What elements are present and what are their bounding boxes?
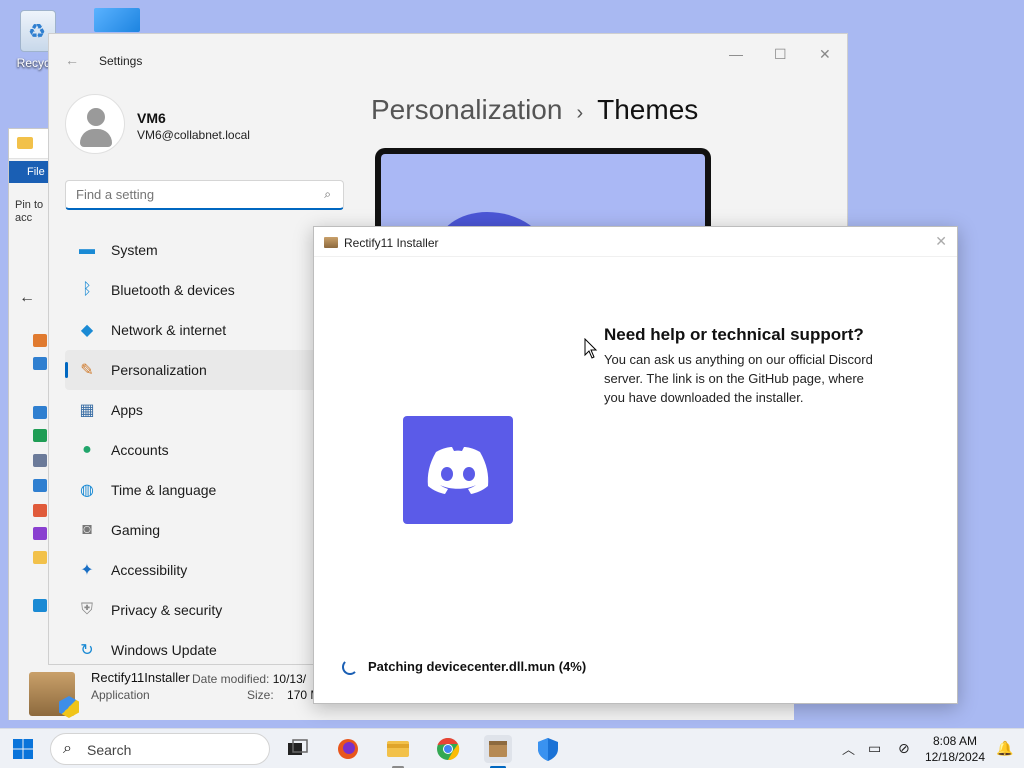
help-title: Need help or technical support? <box>604 325 864 344</box>
brush-icon: ✎ <box>80 362 94 379</box>
find-setting-search[interactable]: ⌕ <box>65 180 344 210</box>
installer-app-icon <box>324 237 338 248</box>
search-icon: ⌕ <box>63 740 72 757</box>
help-text: You can ask us anything on our official … <box>604 352 873 405</box>
back-arrow-icon[interactable]: ← <box>65 52 79 68</box>
gamepad-icon: ◙ <box>82 521 92 538</box>
sidebar-item-label: Accounts <box>111 442 169 458</box>
sidebar-item-gaming[interactable]: ◙ Gaming <box>65 510 335 550</box>
maximize-button[interactable]: ☐ <box>774 46 787 63</box>
notification-bell-icon[interactable]: 🔔 <box>996 740 1013 757</box>
explorer-file-menu[interactable]: File <box>9 161 49 183</box>
page-title: Themes <box>597 94 699 125</box>
search-icon: ⌕ <box>324 187 331 201</box>
pictures-icon[interactable] <box>33 479 47 492</box>
globe-icon: ◍ <box>80 482 94 499</box>
progress-spinner-icon <box>342 659 358 675</box>
desktop-folder-icon[interactable] <box>33 406 47 419</box>
sidebar-item-windows-update[interactable]: ↻ Windows Update <box>65 630 335 664</box>
breadcrumb: Personalization › Themes <box>371 94 698 126</box>
minimize-button[interactable]: — <box>729 46 743 62</box>
network-icon[interactable]: ⊘ <box>898 740 910 757</box>
file-explorer-icon[interactable] <box>384 735 412 768</box>
monitor-icon: ▬ <box>79 241 95 258</box>
installer-package-icon <box>29 672 75 716</box>
install-status: Patching devicecenter.dll.mun (4%) <box>368 659 587 674</box>
windows-start-icon[interactable] <box>12 738 34 760</box>
breadcrumb-parent[interactable]: Personalization <box>371 94 562 125</box>
avatar[interactable] <box>65 94 125 154</box>
this-pc-icon[interactable] <box>33 599 47 612</box>
shield-icon: ⛨ <box>80 601 93 618</box>
rectify-installer-icon[interactable] <box>484 735 512 768</box>
user-email: VM6@collabnet.local <box>137 128 250 142</box>
sidebar-item-label: Gaming <box>111 522 161 538</box>
task-view-icon[interactable] <box>284 735 312 763</box>
breadcrumb-separator: › <box>576 102 584 124</box>
windows-security-icon[interactable] <box>534 735 562 763</box>
update-icon: ↻ <box>80 642 94 659</box>
sidebar-item-label: Apps <box>111 402 143 418</box>
downloads-icon[interactable] <box>33 429 47 442</box>
taskbar: ⌕ Search ︿ ▭ ⊘ 8:08 AM 12/18/2024 🔔 <box>0 728 1024 768</box>
sidebar-item-accounts[interactable]: ● Accounts <box>65 430 335 470</box>
search-input[interactable] <box>66 181 306 208</box>
desktop-shortcut-icon[interactable] <box>94 8 140 32</box>
display-icon[interactable]: ▭ <box>868 740 881 757</box>
sidebar-item-label: Privacy & security <box>111 602 223 618</box>
mouse-cursor-icon <box>584 338 598 359</box>
music-icon[interactable] <box>33 504 47 517</box>
back-arrow-icon[interactable]: ← <box>19 289 35 307</box>
settings-titlebar: ← Settings — ☐ ✕ <box>49 34 847 80</box>
sidebar-item-network-internet[interactable]: ◆ Network & internet <box>65 310 335 350</box>
sidebar-item-label: Personalization <box>111 362 207 378</box>
person-icon: ● <box>82 441 92 458</box>
sidebar-item-label: Time & language <box>111 482 217 498</box>
wifi-icon: ◆ <box>80 322 94 339</box>
installer-title: Rectify11 Installer <box>344 236 439 250</box>
file-name[interactable]: Rectify11Installer <box>91 670 190 685</box>
clock[interactable]: 8:08 AM 12/18/2024 <box>922 733 988 765</box>
taskbar-search-label: Search <box>87 742 132 758</box>
sidebar-item-label: Windows Update <box>111 642 217 658</box>
bluetooth-icon: ᛒ <box>82 281 92 298</box>
sidebar-item-apps[interactable]: ▦ Apps <box>65 390 335 430</box>
gallery-icon[interactable] <box>33 357 47 370</box>
discord-logo-icon[interactable] <box>403 416 513 524</box>
file-size: Size: 170 M <box>247 688 321 702</box>
clock-date: 12/18/2024 <box>924 750 986 764</box>
chrome-icon[interactable] <box>434 735 462 763</box>
sidebar-item-label: Network & internet <box>111 322 227 338</box>
sidebar-item-personalization[interactable]: ✎ Personalization <box>65 350 335 390</box>
clock-time: 8:08 AM <box>932 734 978 748</box>
rectify11-installer-window: Rectify11 Installer ✕ Need help or techn… <box>313 226 958 704</box>
sidebar-item-label: System <box>111 242 158 258</box>
sidebar-item-label: Bluetooth & devices <box>111 282 235 298</box>
documents-icon[interactable] <box>33 454 47 467</box>
sidebar-item-privacy-security[interactable]: ⛨ Privacy & security <box>65 590 335 630</box>
chevron-up-icon[interactable]: ︿ <box>842 739 855 758</box>
folder-icon[interactable] <box>33 551 47 564</box>
sidebar-item-bluetooth-devices[interactable]: ᛒ Bluetooth & devices <box>65 270 335 310</box>
close-button[interactable]: ✕ <box>935 233 947 250</box>
folder-icon <box>17 137 33 149</box>
file-type: Application <box>91 688 150 702</box>
sidebar-item-time-language[interactable]: ◍ Time & language <box>65 470 335 510</box>
taskbar-search-box[interactable]: ⌕ Search <box>50 733 270 765</box>
installer-titlebar: Rectify11 Installer ✕ <box>314 227 957 257</box>
firefox-icon[interactable] <box>334 735 362 763</box>
sidebar-item-system[interactable]: ▬ System <box>65 230 335 270</box>
settings-nav: ▬ System ᛒ Bluetooth & devices ◆ Network & in… <box>65 230 335 664</box>
apps-icon: ▦ <box>79 402 95 419</box>
sidebar-item-label: Accessibility <box>111 562 188 578</box>
close-button[interactable]: ✕ <box>819 46 831 63</box>
sidebar-item-accessibility[interactable]: ✦ Accessibility <box>65 550 335 590</box>
settings-title: Settings <box>99 54 143 68</box>
date-modified: Date modified: 10/13/ <box>192 672 307 686</box>
accessibility-icon: ✦ <box>80 562 94 579</box>
videos-icon[interactable] <box>33 527 47 540</box>
user-name: VM6 <box>137 110 166 126</box>
home-icon[interactable] <box>33 334 47 347</box>
